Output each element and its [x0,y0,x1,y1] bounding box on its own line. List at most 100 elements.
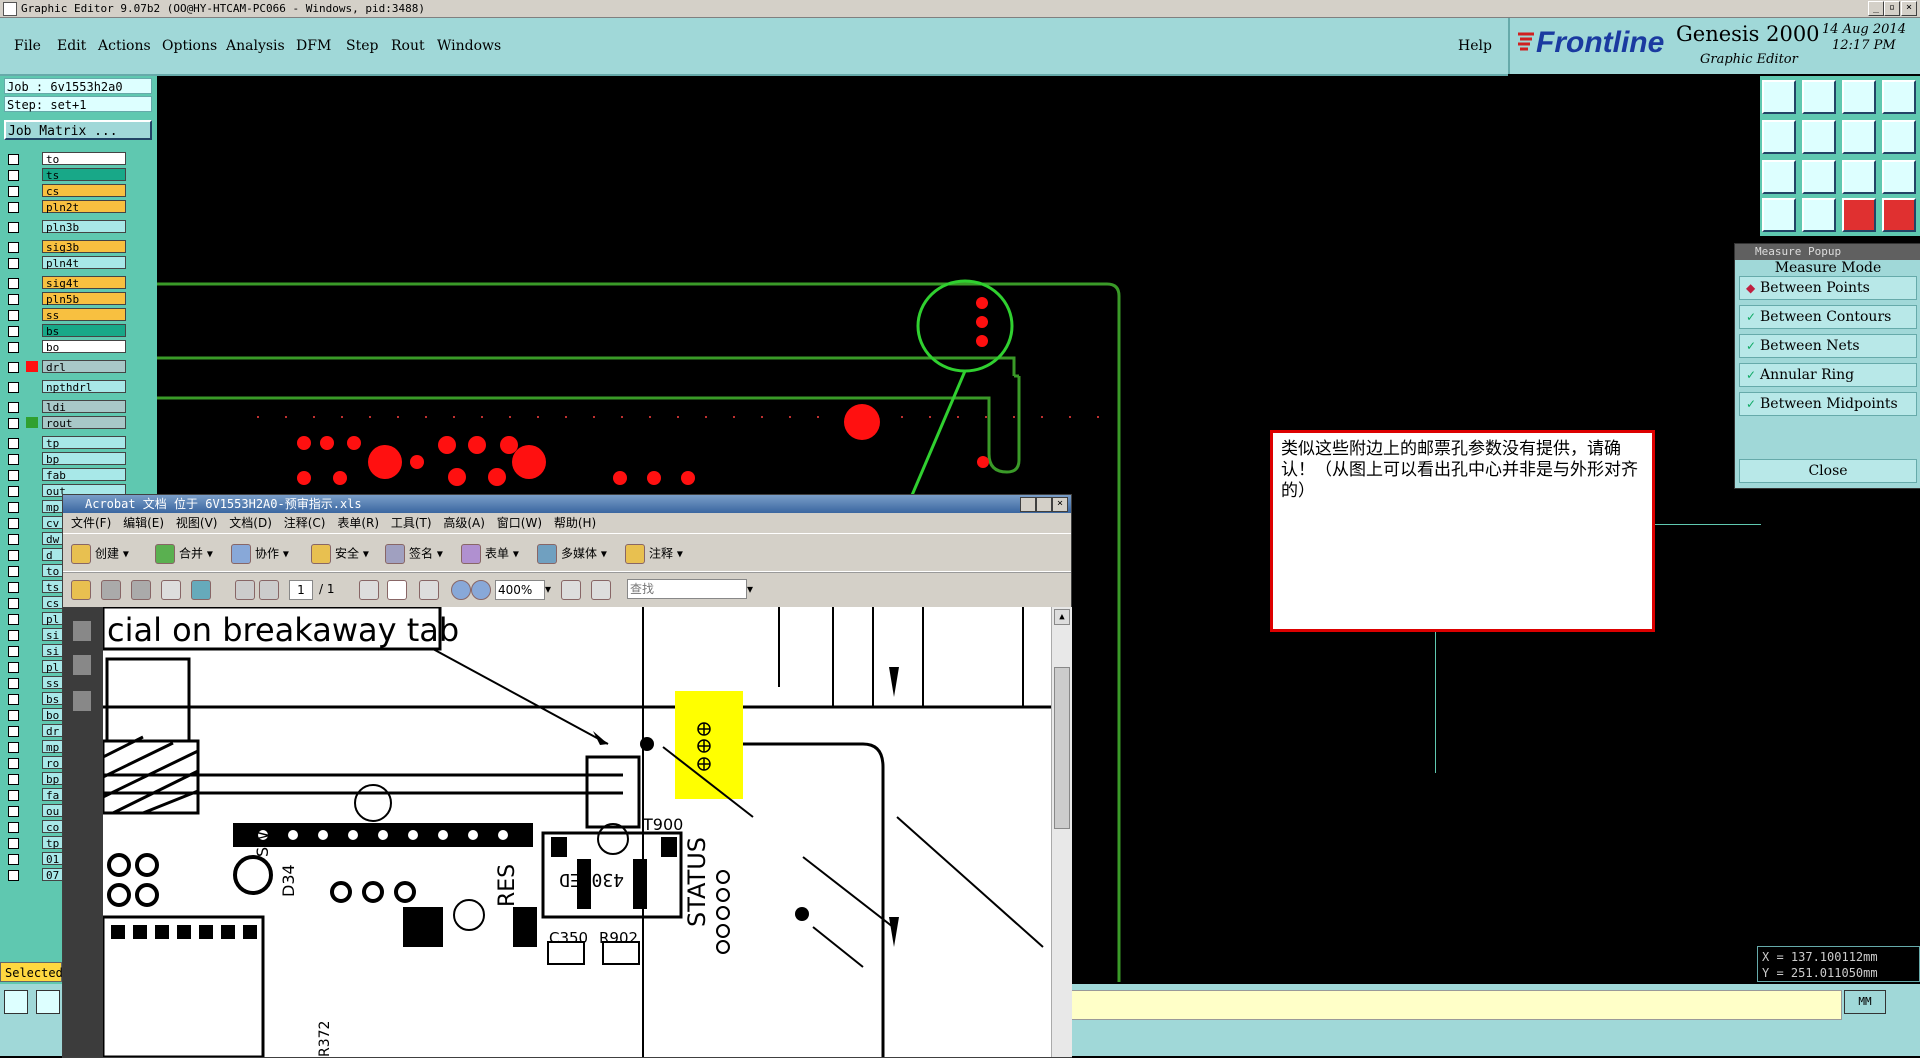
zoom-in-icon[interactable] [471,580,495,600]
layer-checkbox[interactable] [8,438,19,449]
layer-row[interactable]: fab [4,468,126,482]
layer-checkbox[interactable] [8,310,19,321]
minimize-button[interactable]: _ [1868,1,1884,16]
layer-checkbox[interactable] [8,790,19,801]
layer-row[interactable]: sig4t [4,276,126,290]
layer-checkbox[interactable] [8,838,19,849]
layer-checkbox[interactable] [8,186,19,197]
select-tool-icon[interactable] [359,580,383,600]
layer-checkbox[interactable] [8,294,19,305]
layer-checkbox[interactable] [8,630,19,641]
layer-checkbox[interactable] [8,154,19,165]
menu-file[interactable]: File [14,38,41,54]
acrobat-menu-advanced[interactable]: 高级(A) [443,516,485,530]
layer-checkbox[interactable] [8,362,19,373]
layer-row[interactable]: npthdrl [4,380,126,394]
forms-button[interactable]: 表单 ▾ [461,544,519,564]
scroll-up-icon[interactable]: ▲ [1054,609,1070,625]
menu-analysis[interactable]: Analysis [226,38,285,54]
pages-icon[interactable] [73,621,91,641]
search-dropdown-icon[interactable]: ▾ [747,582,753,596]
layer-checkbox[interactable] [8,402,19,413]
layer-row[interactable]: cs [4,184,126,198]
probe-icon[interactable] [1802,198,1836,232]
menu-options[interactable]: Options [162,38,217,54]
acrobat-menu-comments[interactable]: 注释(C) [284,516,326,530]
layer-checkbox[interactable] [8,854,19,865]
pan-right-icon[interactable] [1802,120,1836,154]
print-icon[interactable] [101,580,125,600]
layer-checkbox[interactable] [8,202,19,213]
combine-button[interactable]: 合并 ▾ [155,544,213,564]
acrobat-maximize-button[interactable] [1036,497,1052,512]
menu-windows[interactable]: Windows [437,38,501,54]
layer-row[interactable]: bs [4,324,126,338]
window-icon[interactable] [1882,80,1916,114]
layer-checkbox[interactable] [8,342,19,353]
next-page-icon[interactable] [259,580,283,600]
scale-icon[interactable] [1842,160,1876,194]
zoom-home-icon[interactable] [1762,80,1796,114]
layer-checkbox[interactable] [8,758,19,769]
create-button[interactable]: 创建 ▾ [71,544,129,564]
layer-checkbox[interactable] [8,242,19,253]
layer-checkbox[interactable] [8,258,19,269]
web-icon[interactable] [191,580,215,600]
layer-row[interactable]: pln3b [4,220,126,234]
acrobat-menu-view[interactable]: 视图(V) [176,516,218,530]
layer-row[interactable]: ldi [4,400,126,414]
acrobat-minimize-button[interactable] [1020,497,1036,512]
acrobat-menu-file[interactable]: 文件(F) [71,516,111,530]
layer-checkbox[interactable] [8,614,19,625]
layer-checkbox[interactable] [8,518,19,529]
zoom-level-input[interactable]: 400% [495,580,545,600]
layer-checkbox[interactable] [8,646,19,657]
layer-checkbox[interactable] [8,726,19,737]
measure-between-midpoints[interactable]: ✓ Between Midpoints [1739,392,1917,416]
multimedia-button[interactable]: 多媒体 ▾ [537,544,607,564]
menu-actions[interactable]: Actions [98,38,151,54]
menu-step[interactable]: Step [346,38,378,54]
layer-row[interactable]: to [4,152,126,166]
menu-dfm[interactable]: DFM [296,38,331,54]
net-icon[interactable] [1842,198,1876,232]
menu-rout[interactable]: Rout [391,38,425,54]
measure-between-points[interactable]: ◆ Between Points [1739,276,1917,300]
layer-checkbox[interactable] [8,418,19,429]
fit-vertical-icon[interactable] [1802,160,1836,194]
pan-left-icon[interactable] [1762,120,1796,154]
net-compare-icon[interactable] [1882,198,1916,232]
layer-checkbox[interactable] [8,170,19,181]
layer-checkbox[interactable] [8,222,19,233]
layer-checkbox[interactable] [8,278,19,289]
acrobat-menu-forms[interactable]: 表单(R) [337,516,379,530]
layer-row[interactable]: pln5b [4,292,126,306]
layer-checkbox[interactable] [8,710,19,721]
layer-checkbox[interactable] [8,870,19,881]
restore-button[interactable]: ▫ [1884,1,1900,16]
help-icon[interactable] [1882,160,1916,194]
close-button[interactable]: × [1901,1,1917,16]
attachments-icon[interactable] [73,655,91,675]
collaborate-button[interactable]: 协作 ▾ [231,544,289,564]
acrobat-menu-edit[interactable]: 编辑(E) [123,516,164,530]
zoom-tool-icon[interactable] [419,580,443,600]
layer-row[interactable]: pln4t [4,256,126,270]
save-icon[interactable] [131,580,155,600]
layer-checkbox[interactable] [8,678,19,689]
home-icon[interactable] [1842,80,1876,114]
comment-button[interactable]: 注释 ▾ [625,544,683,564]
menu-edit[interactable]: Edit [57,38,86,54]
fit-page-icon[interactable] [591,580,615,600]
search-input[interactable] [627,579,747,599]
layer-checkbox[interactable] [8,486,19,497]
layer-checkbox[interactable] [8,326,19,337]
zoom-dropdown-icon[interactable]: ▾ [545,582,551,596]
hand-tool-icon[interactable] [387,580,411,600]
fit-width-icon[interactable] [561,580,585,600]
measure-between-contours[interactable]: ✓ Between Contours [1739,305,1917,329]
layer-checkbox[interactable] [8,582,19,593]
acrobat-menu-tools[interactable]: 工具(T) [391,516,432,530]
signatures-icon[interactable] [73,691,91,711]
email-icon[interactable] [161,580,185,600]
